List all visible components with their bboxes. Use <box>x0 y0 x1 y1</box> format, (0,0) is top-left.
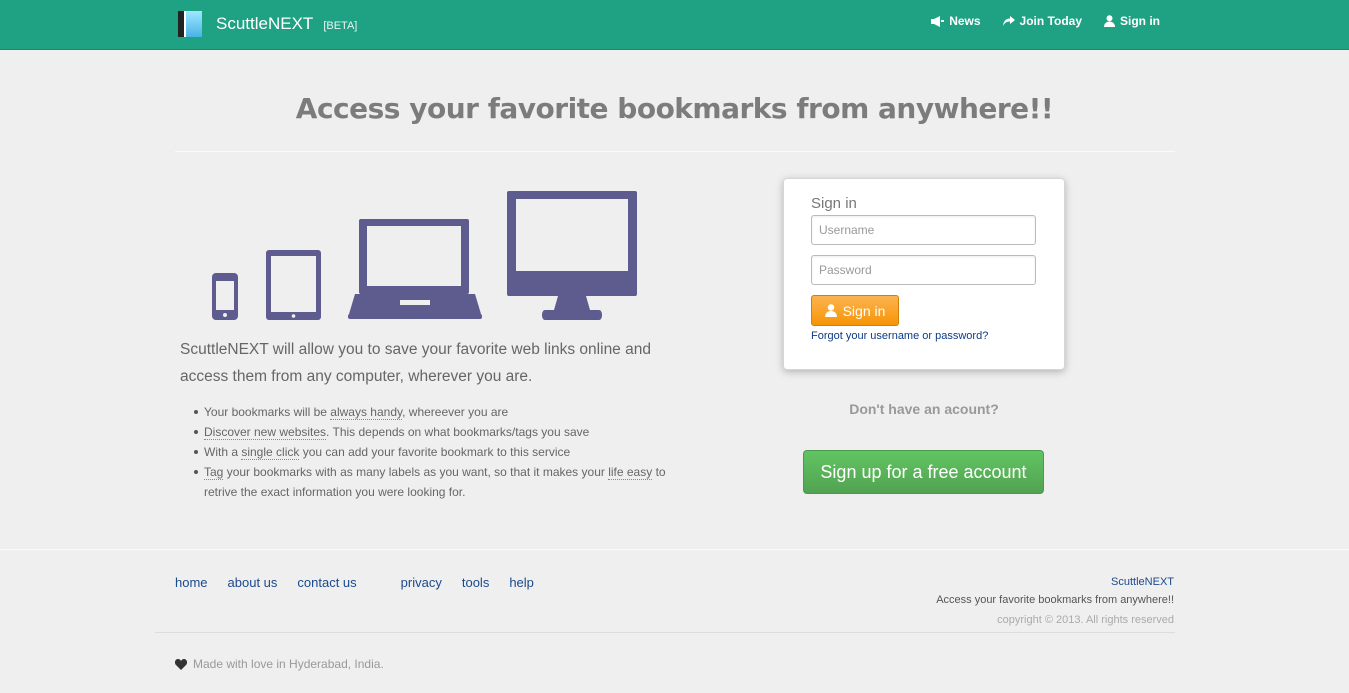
divider <box>175 151 1175 152</box>
monitor-icon <box>507 191 637 320</box>
list-item: Tag your bookmarks with as many labels a… <box>192 462 672 502</box>
signin-button-label: Sign in <box>842 302 886 319</box>
signin-title: Sign in <box>811 195 857 212</box>
nav-menu: News Join Today Sign in <box>931 14 1160 28</box>
forgot-password-link[interactable]: Forgot your username or password? <box>811 330 988 342</box>
feature-list: Your bookmarks will be always handy, whe… <box>192 402 672 502</box>
heart-icon <box>175 658 187 670</box>
tablet-icon <box>266 250 321 320</box>
password-input[interactable] <box>811 255 1036 285</box>
user-icon <box>1104 15 1115 27</box>
footer-divider <box>0 549 1349 550</box>
beta-label: [BETA] <box>323 20 358 32</box>
signin-card: Sign in Sign in Forgot your username or … <box>783 178 1065 370</box>
footer-info: ScuttleNEXT Access your favorite bookmar… <box>936 574 1174 630</box>
brand[interactable]: ScuttleNEXT [BETA] <box>178 11 357 37</box>
brand-name[interactable]: ScuttleNEXT <box>216 14 313 34</box>
copyright: copyright © 2013. All rights reserved <box>997 614 1174 626</box>
username-input[interactable] <box>811 215 1036 245</box>
bullhorn-icon <box>931 15 945 27</box>
nav-join-label: Join Today <box>1019 14 1082 28</box>
list-item: Your bookmarks will be always handy, whe… <box>192 402 672 422</box>
laptop-icon <box>348 219 482 319</box>
footer-tagline: Access your favorite bookmarks from anyw… <box>936 594 1174 606</box>
signin-button[interactable]: Sign in <box>811 295 899 326</box>
footer-links: home about us contact us privacy tools h… <box>175 575 534 590</box>
nav-signin-label: Sign in <box>1120 14 1160 28</box>
nav-join-link[interactable]: Join Today <box>1002 14 1082 28</box>
footer-brand-link[interactable]: ScuttleNEXT <box>936 574 1174 590</box>
list-item: With a single click you can add your fav… <box>192 442 672 462</box>
share-arrow-icon <box>1002 15 1015 26</box>
list-item: Discover new websites. This depends on w… <box>192 422 672 442</box>
signup-button[interactable]: Sign up for a free account <box>803 450 1044 494</box>
footer-divider-bottom <box>155 632 1175 633</box>
logo-icon <box>178 11 202 37</box>
devices-illustration <box>212 191 637 320</box>
lead-text: ScuttleNEXT will allow you to save your … <box>180 341 651 385</box>
footer-link-privacy[interactable]: privacy <box>401 575 442 590</box>
user-icon <box>824 304 837 317</box>
made-with-love-text: Made with love in Hyderabad, India. <box>193 657 384 671</box>
footer-link-about[interactable]: about us <box>228 575 278 590</box>
footer-link-home[interactable]: home <box>175 575 208 590</box>
nav-signin-link[interactable]: Sign in <box>1104 14 1160 28</box>
page-title: Access your favorite bookmarks from anyw… <box>295 92 1054 125</box>
made-with-love: Made with love in Hyderabad, India. <box>175 657 384 671</box>
footer-link-contact[interactable]: contact us <box>297 575 356 590</box>
nav-news-link[interactable]: News <box>931 14 981 28</box>
footer-link-help[interactable]: help <box>509 575 534 590</box>
no-account-prompt: Don't have an acount? <box>849 401 999 417</box>
footer-link-tools[interactable]: tools <box>462 575 489 590</box>
navbar: ScuttleNEXT [BETA] News Join Today Sign … <box>0 0 1349 50</box>
phone-icon <box>212 273 238 320</box>
nav-news-label: News <box>949 14 981 28</box>
